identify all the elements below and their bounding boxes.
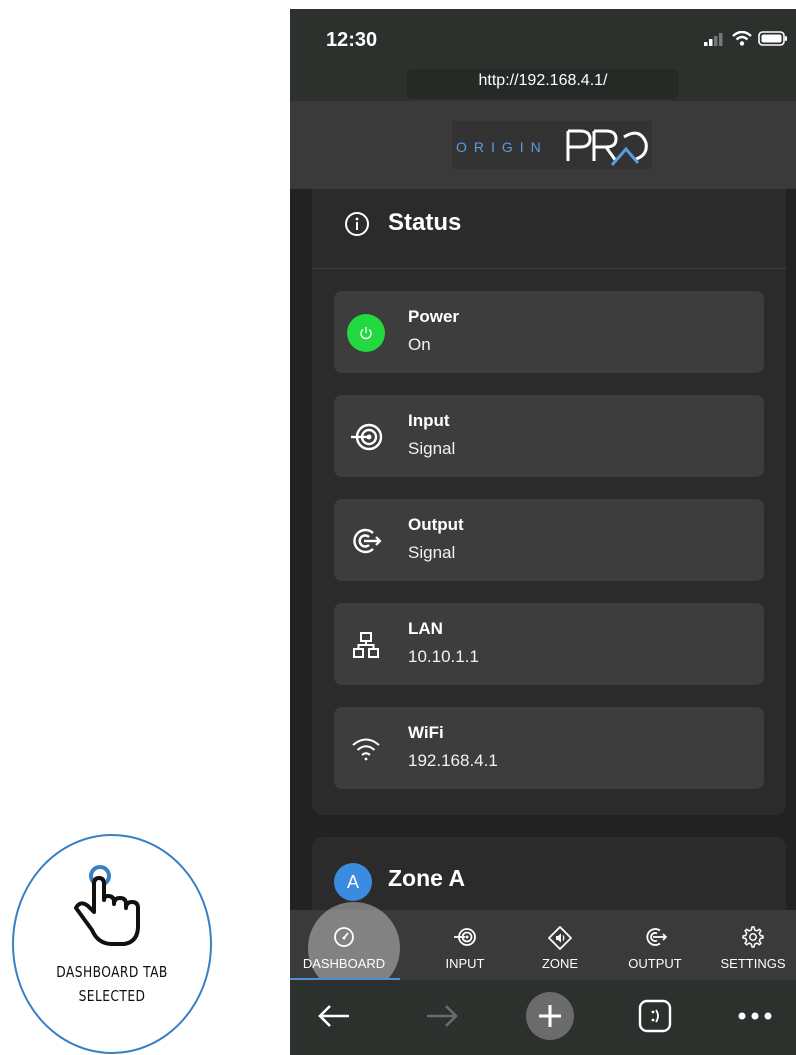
pointing-hand-icon	[74, 865, 140, 946]
annotation-callout: DASHBOARD TAB SELECTED	[12, 834, 212, 1054]
zone-badge: A	[334, 863, 372, 901]
output-title: Output	[408, 515, 464, 534]
status-card: Status Power On Input Signal Output Sign…	[312, 189, 786, 815]
url-bar[interactable]: http://192.168.4.1/	[407, 69, 679, 99]
forward-arrow-icon[interactable]	[420, 994, 464, 1038]
wifi-value: 192.168.4.1	[408, 751, 498, 770]
input-title: Input	[408, 411, 450, 430]
status-item-power: Power On	[334, 291, 764, 373]
tabs-icon[interactable]	[633, 994, 677, 1038]
ios-status-bar: 12:30	[290, 9, 796, 69]
tab-settings[interactable]: SETTINGS	[710, 910, 796, 980]
status-item-input: Input Signal	[334, 395, 764, 477]
signal-icon	[704, 32, 723, 46]
output-tab-icon	[607, 926, 703, 948]
input-tab-icon	[417, 926, 513, 948]
tab-zone-label: ZONE	[541, 956, 579, 971]
bottom-tab-bar: DASHBOARD INPUT ZONE OUTPUT SETTINGS	[290, 902, 796, 994]
zone-title: Zone A	[388, 865, 466, 891]
callout-line-1: DASHBOARD TAB	[56, 963, 168, 981]
logo-origin-text: ORIGIN	[456, 139, 548, 155]
new-tab-icon[interactable]	[523, 992, 577, 1040]
clock: 12:30	[326, 29, 378, 51]
wifi-icon	[732, 31, 752, 46]
wifi-title: WiFi	[408, 723, 444, 742]
status-item-wifi: WiFi 192.168.4.1	[334, 707, 764, 789]
tab-zone[interactable]: ZONE	[512, 910, 608, 980]
status-item-output: Output Signal	[334, 499, 764, 581]
output-value: Signal	[408, 543, 456, 562]
power-icon	[347, 314, 385, 352]
network-icon	[346, 625, 386, 665]
tab-dashboard-label: DASHBOARD	[302, 956, 386, 971]
gear-icon	[710, 926, 796, 948]
callout-label: DASHBOARD TAB SELECTED	[46, 960, 177, 1008]
lan-value: 10.10.1.1	[408, 647, 479, 666]
output-icon	[346, 521, 386, 561]
lan-title: LAN	[408, 619, 443, 638]
power-value: On	[408, 335, 431, 354]
app-header: ORIGIN	[290, 101, 796, 189]
status-header: Status	[312, 189, 786, 269]
battery-icon	[758, 31, 787, 46]
tab-settings-label: SETTINGS	[720, 956, 786, 971]
speaker-diamond-icon	[512, 926, 608, 950]
status-icons	[704, 31, 788, 46]
tab-dashboard[interactable]: DASHBOARD	[296, 910, 392, 980]
status-title: Status	[388, 209, 462, 236]
origin-pro-logo: ORIGIN	[452, 121, 652, 169]
input-value: Signal	[408, 439, 456, 458]
back-arrow-icon[interactable]	[312, 994, 356, 1038]
more-icon[interactable]	[730, 994, 780, 1038]
power-icon-wrap	[346, 313, 386, 353]
tab-output[interactable]: OUTPUT	[607, 910, 703, 980]
power-title: Power	[408, 307, 460, 326]
status-item-lan: LAN 10.10.1.1	[334, 603, 764, 685]
phone-screen: 12:30 http://192.168.4.1/ ORIGIN Status …	[290, 9, 796, 1055]
logo-pro-mark	[566, 129, 648, 166]
gauge-icon	[296, 926, 392, 948]
info-icon	[345, 212, 369, 236]
input-icon	[346, 417, 386, 457]
wifi-status-icon	[346, 729, 386, 769]
browser-toolbar	[290, 980, 796, 1055]
tab-input-label: INPUT	[445, 956, 485, 971]
callout-line-2: SELECTED	[78, 987, 146, 1005]
tab-output-label: OUTPUT	[628, 956, 682, 971]
tab-input[interactable]: INPUT	[417, 910, 513, 980]
